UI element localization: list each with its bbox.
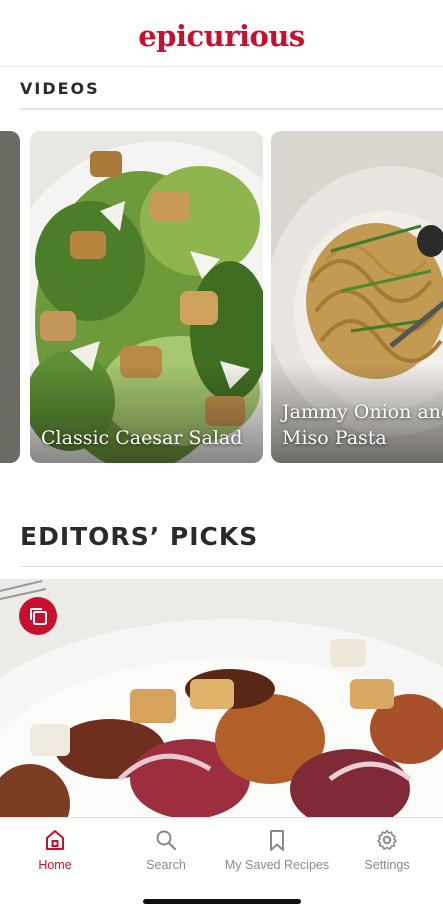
video-card-title: Classic Caesar Salad <box>41 427 243 449</box>
video-card-title-multiline: Jammy Onion and Miso Pasta <box>282 399 443 451</box>
video-card-caesar-salad[interactable]: Classic Caesar Salad <box>30 131 263 463</box>
editors-picks-divider <box>20 566 443 567</box>
tab-label: Search <box>146 858 186 872</box>
home-icon <box>46 830 64 850</box>
video-card-title-line-2: Miso Pasta <box>282 427 387 449</box>
app-header: epicurious <box>0 0 443 67</box>
home-indicator[interactable] <box>143 899 301 904</box>
gallery-badge <box>19 597 57 635</box>
videos-divider <box>20 108 443 110</box>
video-card-previous[interactable] <box>0 131 20 463</box>
tab-settings[interactable]: Settings <box>332 826 442 886</box>
video-card-title-line-1: Jammy Onion and <box>282 401 443 423</box>
search-icon <box>156 830 177 851</box>
videos-section-label: VIDEOS <box>20 79 100 98</box>
videos-carousel[interactable]: Classic Caesar Salad Jammy Onion and Mis… <box>0 131 443 463</box>
editors-picks-title: EDITORS’ PICKS <box>20 522 259 551</box>
caesar-salad-image <box>30 131 263 463</box>
video-card-miso-pasta[interactable]: Jammy Onion and Miso Pasta <box>271 131 443 463</box>
tab-label: Home <box>38 858 72 872</box>
tab-search[interactable]: Search <box>111 826 221 886</box>
tab-label: My Saved Recipes <box>224 858 330 872</box>
editors-pick-hero[interactable] <box>0 579 443 817</box>
tab-label: Settings <box>364 858 410 872</box>
bookmark-icon <box>270 830 284 851</box>
tab-saved-recipes[interactable]: My Saved Recipes <box>222 826 332 886</box>
epicurious-logo[interactable]: epicurious <box>138 19 305 53</box>
gallery-icon <box>30 608 47 625</box>
gear-icon <box>377 829 397 850</box>
tab-home[interactable]: Home <box>0 826 110 886</box>
roasted-squash-radicchio-image <box>0 579 443 817</box>
